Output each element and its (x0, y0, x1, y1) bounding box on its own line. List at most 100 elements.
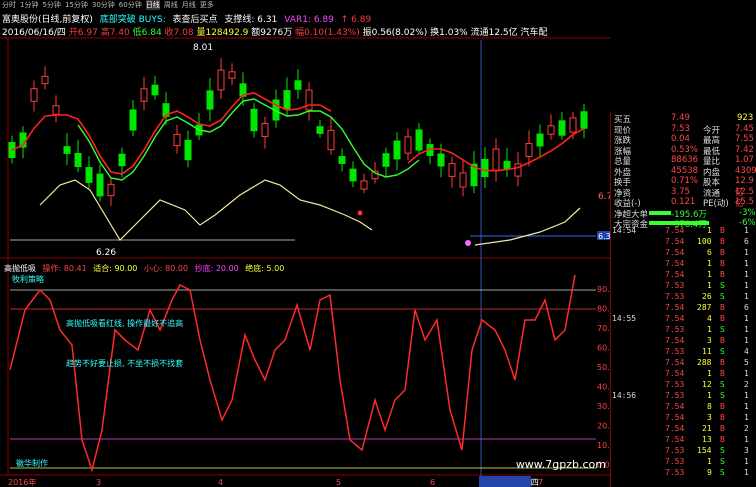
x-axis-label: 2016年 (8, 477, 36, 487)
tick-row[interactable]: 7.54 287 B 6 (610, 303, 756, 312)
tick-cell: 7.54 (665, 248, 685, 257)
quote-row: 涨跌 0.04 最高 7.55 (611, 134, 756, 146)
tick-cell: 7.54 (665, 237, 685, 246)
candle-body (415, 129, 423, 151)
tick-row[interactable]: 7.53 11 S 4 (610, 347, 756, 356)
tick-cell: 7.53 (665, 281, 685, 290)
tick-cell: B (720, 270, 725, 279)
candle-body (481, 158, 489, 178)
tick-row[interactable]: 7.54 21 B 2 (610, 424, 756, 433)
quote-value2: 7.45 (735, 123, 754, 134)
tick-cell: 7.54 (665, 424, 685, 433)
tick-cell: 14:55 (612, 314, 637, 323)
tick-row[interactable]: 7.54 3 B 1 (610, 336, 756, 345)
tick-cell: B (720, 226, 725, 235)
tick-row[interactable]: 7.53 1 S 1 (610, 281, 756, 290)
quote-pct: -3% (739, 207, 756, 218)
tick-cell: 1 (707, 270, 712, 279)
quote-value: 0.53% (671, 144, 699, 155)
tick-cell: 1 (707, 226, 712, 235)
tick-cell: 1 (707, 325, 712, 334)
candle-body (404, 136, 412, 154)
tick-cell: 1 (707, 281, 712, 290)
candle-body (217, 69, 225, 91)
tick-cell: 7.53 (665, 457, 685, 466)
quote-value2: 15.5 (735, 197, 754, 207)
tick-cell: 7.53 (665, 347, 685, 356)
tick-cell: S (720, 281, 725, 290)
candle-body (151, 84, 159, 96)
tick-row[interactable]: 7.53 9 S 1 (610, 468, 756, 477)
tick-row[interactable]: 7.53 154 S 3 (610, 446, 756, 455)
tick-cell: S (720, 292, 725, 301)
tick-cell: 1 (744, 435, 749, 444)
tick-cell: 7.54 (665, 435, 685, 444)
tick-cell: 7.54 (665, 270, 685, 279)
tick-cell: 7.54 (665, 402, 685, 411)
tick-cell: S (720, 446, 725, 455)
candle-body (228, 71, 236, 79)
tick-row[interactable]: 7.54 100 B 6 (610, 237, 756, 246)
tick-cell: B (720, 424, 725, 433)
tick-row[interactable]: 7.54 1 B 1 (610, 259, 756, 268)
tick-cell: S (720, 468, 725, 477)
tick-row[interactable]: 7.53 26 S 1 (610, 292, 756, 301)
x-axis-label: 4 (218, 478, 223, 487)
quote-row: 现价 7.53 今开 7.45 (611, 123, 756, 136)
tick-cell: B (720, 248, 725, 257)
tick-row[interactable]: 7.53 12 S 2 (610, 380, 756, 389)
tick-row[interactable]: 7.53 1 S 1 (610, 325, 756, 334)
tick-cell: 7.53 (665, 446, 685, 455)
tick-row[interactable]: 14:55 7.54 4 B 1 (610, 314, 756, 323)
tick-row[interactable]: 7.54 288 B 5 (610, 358, 756, 367)
tick-row[interactable]: 7.54 8 B 1 (610, 402, 756, 411)
candle-body (107, 183, 115, 197)
tick-cell: B (720, 303, 725, 312)
annotation-1: 高抛低吸看红线, 操作最好不追高 (66, 318, 183, 328)
tick-cell: 12 (702, 380, 712, 389)
tick-cell: 7.54 (665, 303, 685, 312)
annotation-3: 徽华制作 (16, 458, 48, 468)
tick-cell: S (720, 325, 725, 334)
candle-body (129, 109, 137, 131)
candle-body (305, 89, 313, 111)
tick-cell: 7.54 (665, 226, 685, 235)
quote-row: 涨幅 0.53% 最低 7.42 (611, 144, 756, 157)
kline-chart[interactable]: 8.01 6.26 6.74 6.39 高抛低吸 操作: 80.41 适合: 9… (0, 0, 610, 487)
candle-body (525, 142, 533, 158)
candle-body (294, 80, 302, 90)
candle-body (250, 108, 258, 132)
candle-body (437, 153, 445, 167)
quote-value2: 7.42 (735, 144, 754, 155)
tick-row[interactable]: 7.54 6 B 1 (610, 248, 756, 257)
quote-value: 0.04 (671, 134, 690, 144)
tick-row[interactable]: 7.53 1 S 1 (610, 457, 756, 466)
candle-body (118, 153, 126, 167)
tick-cell: 288 (697, 358, 712, 367)
tick-cell: 154 (697, 446, 712, 455)
tick-row[interactable]: 7.54 1 B 1 (610, 270, 756, 279)
tick-cell: 7.54 (665, 413, 685, 422)
tick-row[interactable]: 7.54 13 B 1 (610, 435, 756, 444)
tick-cell: S (720, 380, 725, 389)
tick-cell: B (720, 336, 725, 345)
quote-row: 净资 3.75 流通 12.5亿 (611, 187, 756, 209)
tick-cell: 7.53 (665, 468, 685, 477)
sub-axis-label: 40.00 (597, 383, 610, 392)
tick-cell: 1 (707, 369, 712, 378)
tick-cell: 21 (702, 424, 712, 433)
signal-marker (465, 240, 471, 246)
tick-cell: 1 (744, 226, 749, 235)
tick-cell: B (720, 358, 725, 367)
tick-row[interactable]: 7.54 1 B 1 (610, 369, 756, 378)
candle-body (327, 129, 335, 151)
tick-row[interactable]: 7.54 3 B 1 (610, 413, 756, 422)
candle-body (448, 163, 456, 177)
candle-body (382, 153, 390, 167)
tick-row[interactable]: 14:56 7.53 1 S 1 (610, 391, 756, 400)
tick-row[interactable]: 14:54 7.54 1 B 1 (610, 226, 756, 235)
x-axis-label: 7 (538, 478, 543, 487)
candle-body (349, 168, 357, 182)
quote-value2: 7.55 (735, 134, 754, 144)
watermark: www.7gpzb.com (516, 458, 606, 471)
